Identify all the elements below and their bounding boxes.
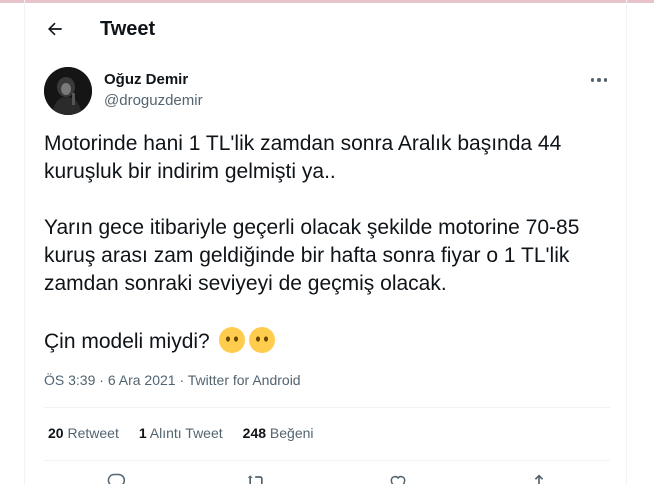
face-without-mouth-emoji xyxy=(248,327,275,353)
more-dot xyxy=(603,78,608,82)
retweet-icon xyxy=(247,475,263,484)
quotes-label: Alıntı Tweet xyxy=(149,425,223,441)
share-button[interactable] xyxy=(529,472,549,484)
author-name[interactable]: Oğuz Demir xyxy=(104,71,188,88)
divider xyxy=(44,460,610,461)
likes-stat[interactable]: 248 Beğeni xyxy=(243,425,314,441)
tweet-text: Motorinde hani 1 TL'lik zamdan sonra Ara… xyxy=(44,130,619,356)
more-horizontal-icon xyxy=(590,78,595,82)
retweets-stat[interactable]: 20 Retweet xyxy=(48,425,119,441)
arrow-left-icon xyxy=(48,22,62,36)
more-dot xyxy=(597,78,601,82)
retweets-label: Retweet xyxy=(67,425,119,441)
tweet-stats: 20 Retweet 1 Alıntı Tweet 248 Beğeni xyxy=(48,425,314,441)
quotes-count: 1 xyxy=(138,425,147,441)
column-border-left xyxy=(24,0,25,484)
back-button[interactable] xyxy=(41,15,69,43)
divider xyxy=(44,407,610,408)
tweet-meta: ÖS 3:39 · 6 Ara 2021 · Twitter for Andro… xyxy=(44,372,301,388)
tweet-source[interactable]: Twitter for Android xyxy=(188,372,301,388)
avatar-image xyxy=(44,67,92,115)
share-icon xyxy=(534,474,544,484)
like-button[interactable] xyxy=(388,472,408,484)
tweet-paragraph-3: Çin modeli miydi? xyxy=(44,326,619,356)
meta-separator: · xyxy=(99,372,104,388)
author-handle[interactable]: @droguzdemir xyxy=(104,92,203,109)
quotes-stat[interactable]: 1 Alıntı Tweet xyxy=(139,425,223,441)
tweet-actions xyxy=(44,466,610,484)
tweet-date[interactable]: 6 Ara 2021 xyxy=(108,372,176,388)
avatar[interactable] xyxy=(44,67,92,115)
page-header: Tweet xyxy=(25,3,626,56)
retweets-count: 20 xyxy=(48,425,64,441)
tweet-paragraph-3-text: Çin modeli miydi? xyxy=(44,330,210,353)
meta-separator: · xyxy=(179,372,185,388)
tweet-paragraph-1: Motorinde hani 1 TL'lik zamdan sonra Ara… xyxy=(44,132,562,183)
more-options-button[interactable] xyxy=(584,70,614,90)
page-title: Tweet xyxy=(100,18,156,40)
column-border-right xyxy=(626,0,627,484)
tweet-time[interactable]: ÖS 3:39 xyxy=(44,372,95,388)
heart-icon xyxy=(390,475,406,484)
retweet-button[interactable] xyxy=(246,472,266,484)
reply-button[interactable] xyxy=(106,472,126,484)
likes-count: 248 xyxy=(242,425,267,441)
tweet-paragraph-2: Yarın gece itibariyle geçerli olacak şek… xyxy=(44,216,580,295)
likes-label: Beğeni xyxy=(269,425,314,441)
face-without-mouth-emoji xyxy=(218,327,245,353)
reply-icon xyxy=(107,473,126,484)
